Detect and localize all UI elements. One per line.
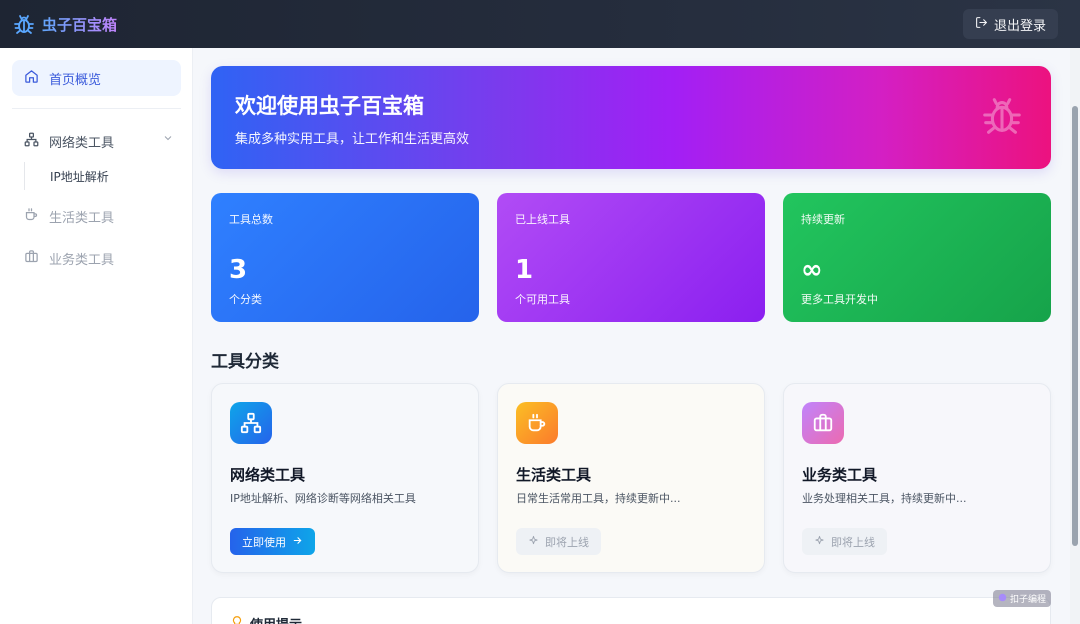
brand[interactable]: 虫子百宝箱 — [12, 12, 117, 36]
stat-card-online: 已上线工具 1 个可用工具 — [497, 193, 765, 322]
sidebar-item-network[interactable]: 网络类工具 — [24, 132, 174, 151]
brand-title: 虫子百宝箱 — [42, 15, 118, 34]
banner-title: 欢迎使用虫子百宝箱 — [235, 94, 424, 118]
stat-label: 已上线工具 — [515, 213, 570, 226]
section-title: 工具分类 — [211, 352, 279, 372]
stat-value: 1 — [515, 255, 534, 285]
stat-sub: 个可用工具 — [515, 293, 570, 306]
sidebar-item-label: 业务类工具 — [49, 253, 115, 268]
top-header: 虫子百宝箱 退出登录 — [0, 0, 1080, 48]
watermark: 扣子编程 — [993, 590, 1052, 607]
card-description: IP地址解析、网络诊断等网络相关工具 — [230, 492, 416, 505]
card-title: 业务类工具 — [802, 466, 878, 484]
button-label: 即将上线 — [545, 535, 589, 549]
sidebar-item-business[interactable]: 业务类工具 — [24, 249, 174, 268]
sparkle-icon — [528, 535, 539, 549]
stat-value: 3 — [229, 255, 248, 285]
button-label: 立即使用 — [242, 535, 286, 549]
logo-icon — [998, 593, 1007, 605]
cup-icon — [516, 402, 558, 444]
sidebar-item-label: 生活类工具 — [49, 211, 115, 226]
sidebar-item-home[interactable]: 首页概览 — [12, 60, 181, 96]
card-title: 网络类工具 — [230, 466, 306, 484]
stat-sub: 更多工具开发中 — [801, 293, 878, 306]
sidebar-item-label: 网络类工具 — [49, 136, 115, 151]
network-icon — [230, 402, 272, 444]
briefcase-icon — [24, 249, 39, 268]
sidebar-divider — [12, 108, 181, 109]
card-description: 业务处理相关工具，持续更新中... — [802, 492, 967, 505]
briefcase-icon — [802, 402, 844, 444]
tip-card: 使用提示 — [211, 597, 1051, 624]
chevron-down-icon[interactable] — [162, 132, 174, 148]
stat-label: 持续更新 — [801, 213, 845, 226]
use-now-button[interactable]: 立即使用 — [230, 528, 315, 555]
sidebar: 首页概览 网络类工具 IP地址解析 生活类工具 业务类工具 — [0, 48, 193, 624]
stat-label: 工具总数 — [229, 213, 273, 226]
logout-button[interactable]: 退出登录 — [962, 9, 1058, 39]
sidebar-subitem-ip[interactable]: IP地址解析 — [24, 162, 109, 190]
stat-value: ∞ — [801, 255, 823, 285]
sparkle-icon — [814, 535, 825, 549]
category-card-business[interactable]: 业务类工具 业务处理相关工具，持续更新中... 即将上线 — [783, 383, 1051, 573]
scrollbar-thumb[interactable] — [1072, 106, 1078, 546]
card-description: 日常生活常用工具，持续更新中... — [516, 492, 681, 505]
stat-sub: 个分类 — [229, 293, 262, 306]
arrow-right-icon — [292, 535, 303, 549]
category-card-network[interactable]: 网络类工具 IP地址解析、网络诊断等网络相关工具 立即使用 — [211, 383, 479, 573]
category-card-life[interactable]: 生活类工具 日常生活常用工具，持续更新中... 即将上线 — [497, 383, 765, 573]
welcome-banner: 欢迎使用虫子百宝箱 集成多种实用工具，让工作和生活更高效 — [211, 66, 1051, 169]
coming-soon-button[interactable]: 即将上线 — [516, 528, 601, 555]
sidebar-item-label: 首页概览 — [49, 72, 102, 88]
tip-title: 使用提示 — [230, 614, 302, 624]
tip-title-text: 使用提示 — [250, 614, 302, 624]
logout-label: 退出登录 — [993, 18, 1046, 34]
card-title: 生活类工具 — [516, 466, 592, 484]
sidebar-item-life[interactable]: 生活类工具 — [24, 207, 174, 226]
network-icon — [24, 132, 39, 151]
stat-card-updating: 持续更新 ∞ 更多工具开发中 — [783, 193, 1051, 322]
watermark-text: 扣子编程 — [1010, 595, 1047, 605]
sidebar-subitem-label: IP地址解析 — [50, 169, 109, 184]
button-label: 即将上线 — [831, 535, 875, 549]
stat-card-total: 工具总数 3 个分类 — [211, 193, 479, 322]
coming-soon-button[interactable]: 即将上线 — [802, 528, 887, 555]
lightbulb-icon — [230, 615, 244, 624]
scrollbar[interactable] — [1070, 48, 1080, 624]
logout-icon — [975, 16, 988, 33]
home-icon — [24, 69, 39, 88]
bug-icon — [979, 92, 1025, 138]
cup-icon — [24, 207, 39, 226]
bug-icon — [12, 12, 36, 36]
banner-subtitle: 集成多种实用工具，让工作和生活更高效 — [235, 132, 470, 147]
